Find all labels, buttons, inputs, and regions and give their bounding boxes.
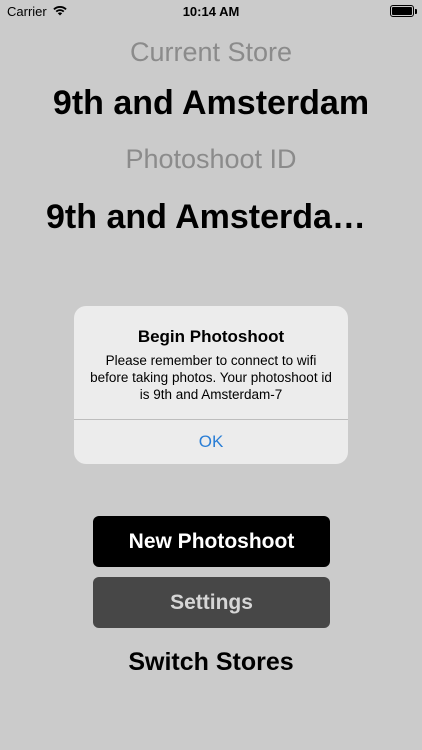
current-store-value: 9th and Amsterdam — [52, 84, 370, 122]
alert-message: Please remember to connect to wifi befor… — [90, 353, 332, 402]
battery-icon — [390, 5, 417, 17]
settings-button[interactable]: Settings — [93, 577, 330, 628]
switch-stores-button[interactable]: Switch Stores — [0, 648, 422, 677]
alert-title: Begin Photoshoot — [137, 327, 285, 346]
status-time: 10:14 AM — [182, 4, 240, 19]
photoshoot-id-value: 9th and Amsterdam-7 — [46, 198, 376, 236]
new-photoshoot-button[interactable]: New Photoshoot — [93, 516, 330, 567]
current-store-label: Current Store — [129, 37, 293, 67]
begin-photoshoot-alert: Begin Photoshoot Please remember to conn… — [74, 306, 348, 464]
status-bar: Carrier 10:14 AM — [0, 0, 422, 22]
photoshoot-id-label: Photoshoot ID — [125, 144, 297, 174]
alert-ok-button[interactable]: OK — [74, 420, 348, 464]
